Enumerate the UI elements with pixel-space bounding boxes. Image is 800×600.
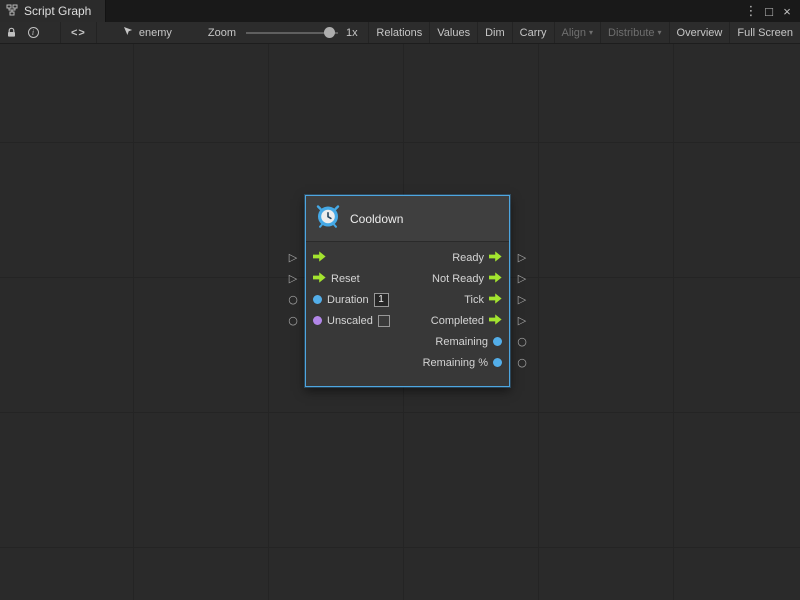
value-output-marker-remaining-percent[interactable]: ○ [515,352,529,373]
port-row: Remaining [306,331,509,352]
node-body: Ready Reset Not Ready [306,242,509,386]
full-screen-button[interactable]: Full Screen [729,22,800,43]
flow-output-port-tick[interactable] [489,293,502,307]
node-title: Cooldown [350,212,403,226]
align-dropdown-icon: ▾ [589,28,593,37]
port-label-duration: Duration [327,294,369,306]
zoom-slider[interactable] [246,22,338,44]
window-menu-icon[interactable]: ⋮ [742,3,760,19]
external-input-ports: ▷ ▷ ○ ○ [286,247,300,373]
alarm-clock-icon [315,203,341,234]
distribute-button[interactable]: Distribute ▾ [600,22,668,43]
port-row: Remaining % [306,352,509,373]
flow-output-port-ready[interactable] [489,251,502,265]
port-row: Duration Tick [306,289,509,310]
value-input-marker-unscaled[interactable]: ○ [286,310,300,331]
port-label-tick: Tick [464,294,484,306]
zoom-value: 1x [346,27,358,39]
titlebar: Script Graph ⋮ □ × [0,0,800,22]
graph-canvas[interactable]: ▷ ▷ ○ ○ ▷ ▷ ▷ ▷ ○ ○ [0,44,800,600]
graph-toolbar: i <> enemy Zoom 1x Relations Values Dim … [0,22,800,44]
maximize-icon[interactable]: □ [760,4,778,19]
lock-icon[interactable] [0,22,22,44]
value-output-port-remaining-percent[interactable] [493,358,502,367]
dim-button[interactable]: Dim [477,22,512,43]
graph-breadcrumb[interactable]: enemy [123,26,172,40]
zoom-slider-handle[interactable] [324,27,335,38]
distribute-dropdown-icon: ▾ [658,28,662,37]
port-label-remaining: Remaining [435,336,488,348]
info-icon[interactable]: i [22,22,44,44]
flow-input-marker[interactable]: ▷ [286,247,300,268]
port-label-reset: Reset [331,273,360,285]
value-output-marker-remaining[interactable]: ○ [515,331,529,352]
port-row: Unscaled Completed [306,310,509,331]
align-button[interactable]: Align ▾ [554,22,600,43]
external-output-ports: ▷ ▷ ▷ ▷ ○ ○ [515,247,529,373]
value-output-port-remaining[interactable] [493,337,502,346]
toolbar-buttons: Relations Values Dim Carry Align ▾ Distr… [368,22,800,43]
flow-input-marker-reset[interactable]: ▷ [286,268,300,289]
zoom-label: Zoom [208,27,236,39]
script-graph-icon [6,4,18,19]
code-view-button[interactable]: <> [60,22,97,43]
flow-output-marker-completed[interactable]: ▷ [515,310,529,331]
port-row: Ready [306,247,509,268]
value-input-port-unscaled[interactable] [313,316,322,325]
port-label-completed: Completed [431,315,484,327]
tab-label: Script Graph [24,4,91,18]
flow-output-port-completed[interactable] [489,314,502,328]
port-row: Reset Not Ready [306,268,509,289]
port-label-unscaled: Unscaled [327,315,373,327]
flow-output-port-not-ready[interactable] [489,272,502,286]
cooldown-node[interactable]: ▷ ▷ ○ ○ ▷ ▷ ▷ ▷ ○ ○ [305,195,510,387]
graph-pointer-icon [123,26,134,40]
port-label-remaining-percent: Remaining % [423,357,488,369]
flow-input-port-reset[interactable] [313,272,326,286]
flow-output-marker-tick[interactable]: ▷ [515,289,529,310]
values-button[interactable]: Values [429,22,477,43]
unscaled-checkbox[interactable] [378,315,390,327]
carry-button[interactable]: Carry [512,22,554,43]
window-controls: ⋮ □ × [742,0,800,22]
port-label-not-ready: Not Ready [432,273,484,285]
tab-script-graph[interactable]: Script Graph [0,0,106,22]
overview-button[interactable]: Overview [669,22,730,43]
node-frame[interactable]: Cooldown Ready [305,195,510,387]
flow-output-marker-not-ready[interactable]: ▷ [515,268,529,289]
duration-field[interactable] [374,293,389,307]
graph-name-label: enemy [139,27,172,39]
close-icon[interactable]: × [778,4,796,19]
value-input-marker-duration[interactable]: ○ [286,289,300,310]
node-header[interactable]: Cooldown [306,196,509,242]
flow-output-marker-ready[interactable]: ▷ [515,247,529,268]
flow-input-port[interactable] [313,251,326,265]
port-label-ready: Ready [452,252,484,264]
value-input-port-duration[interactable] [313,295,322,304]
relations-button[interactable]: Relations [368,22,429,43]
